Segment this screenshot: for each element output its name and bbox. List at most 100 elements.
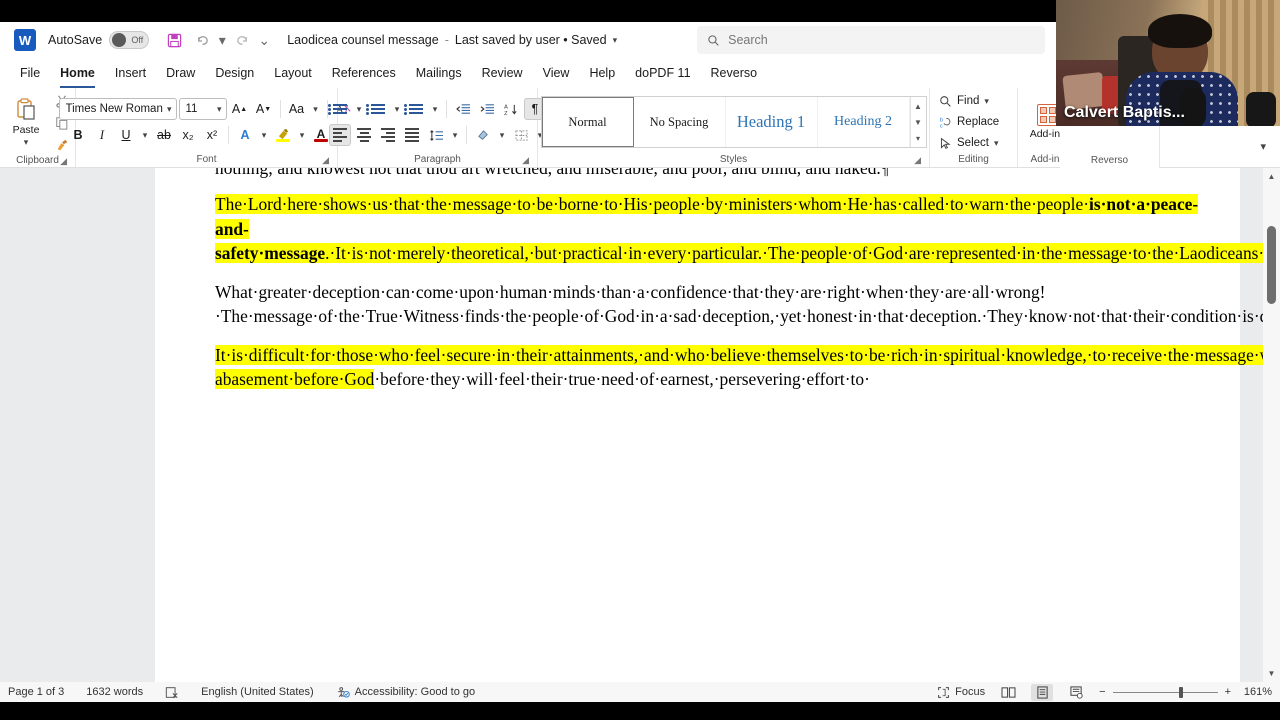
tab-home[interactable]: Home (50, 62, 105, 88)
redo-icon[interactable] (229, 27, 255, 53)
vertical-scrollbar[interactable]: ▲ ▼ (1263, 168, 1280, 682)
style-normal[interactable]: Normal (541, 97, 634, 147)
paragraph-2[interactable]: What·greater·deception·can·come·upon·hum… (215, 280, 1280, 329)
replace-button[interactable]: bc Replace (936, 113, 1002, 131)
line-spacing-icon[interactable] (425, 124, 447, 146)
multilevel-list-icon[interactable] (404, 98, 427, 120)
strikethrough-button[interactable]: ab (153, 124, 175, 146)
tab-view[interactable]: View (533, 62, 580, 84)
font-name-combo[interactable]: Times New Roman ▾ (58, 98, 177, 120)
align-right-icon[interactable] (377, 124, 399, 146)
word-count[interactable]: 1632 words (86, 686, 143, 698)
text-effects-chevron-down-icon[interactable]: ▾ (258, 124, 270, 146)
proofing-errors-icon[interactable] (165, 686, 179, 699)
numbering-chevron-down-icon[interactable]: ▾ (391, 98, 403, 120)
paragraph-3[interactable]: It·is·difficult·for·those·who·feel·secur… (215, 343, 1280, 392)
numbering-icon[interactable] (366, 98, 389, 120)
zoom-in-button[interactable]: + (1225, 686, 1231, 698)
save-icon[interactable] (161, 27, 187, 53)
tab-design[interactable]: Design (205, 62, 264, 84)
sort-icon[interactable]: AZ (500, 98, 522, 120)
web-layout-view-icon[interactable] (1065, 684, 1087, 701)
zoom-slider[interactable]: − + 161% (1099, 686, 1272, 698)
font-name-chevron-down-icon[interactable]: ▾ (167, 104, 172, 115)
tab-layout[interactable]: Layout (264, 62, 322, 84)
focus-mode-button[interactable]: Focus (937, 686, 985, 699)
styles-more-icon[interactable]: ▾ (911, 130, 926, 146)
align-left-icon[interactable] (329, 124, 351, 146)
paragraph-dialog-launcher[interactable]: ◢ (522, 153, 529, 167)
grow-font-icon[interactable]: A ▲ (229, 98, 251, 120)
tab-dopdf-11[interactable]: doPDF 11 (625, 62, 700, 84)
zoom-slider-track[interactable] (1112, 686, 1218, 698)
styles-scroll-down-icon[interactable]: ▼ (911, 114, 926, 130)
style-heading-2[interactable]: Heading 2 (818, 97, 910, 147)
superscript-button[interactable]: x² (201, 124, 223, 146)
print-layout-view-icon[interactable] (1031, 683, 1054, 701)
paste-chevron-down-icon[interactable]: ▾ (24, 137, 29, 148)
increase-indent-icon[interactable] (476, 98, 498, 120)
select-chevron-down-icon[interactable]: ▾ (994, 138, 999, 149)
change-case-chevron-down-icon[interactable]: ▾ (310, 98, 322, 120)
ribbon-collapse-icon[interactable]: ▾ (1260, 140, 1266, 153)
subscript-button[interactable]: x₂ (177, 124, 199, 146)
chevron-down-icon[interactable]: ▾ (613, 35, 618, 46)
font-size-chevron-down-icon[interactable]: ▾ (217, 104, 222, 115)
italic-button[interactable]: I (91, 124, 113, 146)
customize-qat-icon[interactable]: ⌄ (257, 27, 271, 53)
tab-help[interactable]: Help (579, 62, 625, 84)
highlight-color-icon[interactable] (272, 124, 294, 146)
paragraph-1[interactable]: The·Lord·here·shows·us·that·the·message·… (215, 192, 1280, 266)
styles-scroll-up-icon[interactable]: ▲ (911, 98, 926, 114)
shading-icon[interactable] (472, 124, 494, 146)
document-text[interactable]: nothing; and knowest not that thou art w… (215, 168, 1280, 406)
zoom-out-button[interactable]: − (1099, 686, 1105, 698)
style-no-spacing[interactable]: No Spacing (634, 97, 726, 147)
search-input[interactable]: Search (697, 26, 1046, 54)
zoom-level-label[interactable]: 161% (1238, 686, 1272, 698)
style-heading-1[interactable]: Heading 1 (726, 97, 818, 147)
bullets-chevron-down-icon[interactable]: ▾ (353, 98, 365, 120)
font-dialog-launcher[interactable]: ◢ (322, 153, 329, 167)
tab-review[interactable]: Review (472, 62, 533, 84)
text-effects-icon[interactable]: A (234, 124, 256, 146)
font-size-combo[interactable]: 11 ▾ (178, 98, 227, 120)
page-indicator[interactable]: Page 1 of 3 (8, 686, 64, 698)
tab-references[interactable]: References (322, 62, 406, 84)
scrollbar-thumb[interactable] (1267, 226, 1276, 304)
justify-icon[interactable] (401, 124, 423, 146)
accessibility-checker[interactable]: Accessibility: Good to go (336, 686, 475, 699)
clipboard-dialog-launcher[interactable]: ◢ (60, 154, 67, 168)
align-center-icon[interactable] (353, 124, 375, 146)
change-case-icon[interactable]: Aa (286, 98, 308, 120)
tab-reverso[interactable]: Reverso (701, 62, 768, 84)
borders-icon[interactable] (510, 124, 532, 146)
language-indicator[interactable]: English (United States) (201, 686, 314, 698)
find-button[interactable]: Find ▾ (936, 92, 992, 110)
tab-draw[interactable]: Draw (156, 62, 205, 84)
underline-chevron-down-icon[interactable]: ▾ (139, 124, 151, 146)
document-page[interactable]: nothing; and knowest not that thou art w… (155, 168, 1280, 682)
underline-button[interactable]: U (115, 124, 137, 146)
tab-mailings[interactable]: Mailings (406, 62, 472, 84)
document-title-area[interactable]: Laodicea counsel message - Last saved by… (287, 33, 617, 47)
multilevel-list-chevron-down-icon[interactable]: ▾ (429, 98, 441, 120)
styles-dialog-launcher[interactable]: ◢ (914, 153, 921, 167)
shading-chevron-down-icon[interactable]: ▾ (496, 124, 508, 146)
line-spacing-chevron-down-icon[interactable]: ▾ (449, 124, 461, 146)
decrease-indent-icon[interactable] (452, 98, 474, 120)
autosave-control[interactable]: AutoSave Off (48, 31, 150, 49)
read-mode-view-icon[interactable] (997, 684, 1019, 701)
scroll-down-icon[interactable]: ▼ (1263, 665, 1280, 682)
undo-dropdown-icon[interactable]: ▾ (217, 27, 227, 53)
bold-button[interactable]: B (67, 124, 89, 146)
webcam-video-overlay[interactable]: Calvert Baptis... (1056, 0, 1280, 126)
scroll-up-icon[interactable]: ▲ (1263, 168, 1280, 185)
paste-button[interactable]: Paste ▾ (4, 97, 48, 148)
tab-file[interactable]: File (10, 62, 50, 84)
shrink-font-icon[interactable]: A ▼ (253, 98, 275, 120)
select-button[interactable]: Select ▾ (936, 134, 1002, 152)
tab-insert[interactable]: Insert (105, 62, 156, 84)
find-chevron-down-icon[interactable]: ▾ (984, 96, 989, 107)
zoom-slider-thumb[interactable] (1178, 686, 1183, 698)
